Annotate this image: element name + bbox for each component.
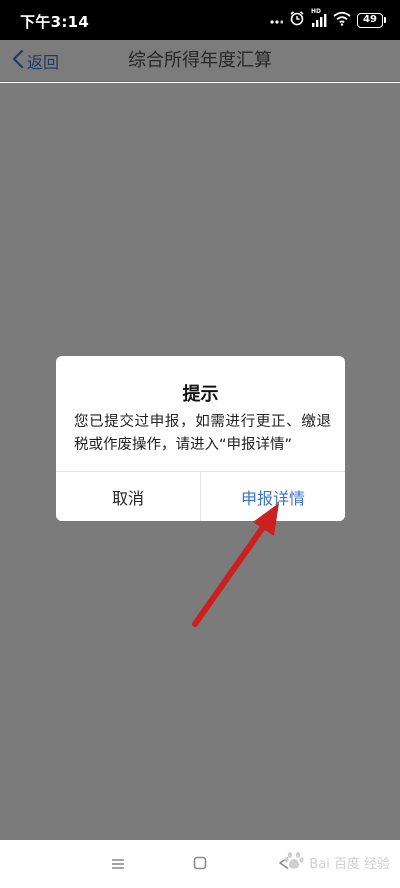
watermark-logo: Bai 百度 <box>309 856 360 872</box>
baidu-paw-icon <box>283 849 305 875</box>
menu-button[interactable] <box>106 852 130 876</box>
dialog-actions: 取消 申报详情 <box>56 471 345 521</box>
alert-dialog: 提示 您已提交过申报，如需进行更正、缴退税或作废操作，请进入“申报详情” 取消 … <box>56 356 345 521</box>
home-square-icon <box>193 855 207 874</box>
cancel-button[interactable]: 取消 <box>56 472 201 521</box>
alarm-clock-icon <box>289 10 305 30</box>
dialog-message: 您已提交过申报，如需进行更正、缴退税或作废操作，请进入“申报详情” <box>74 414 331 453</box>
home-button[interactable] <box>188 852 212 876</box>
chevron-left-icon <box>12 49 24 73</box>
dialog-title: 提示 <box>182 384 219 405</box>
status-time: 下午3:14 <box>20 13 90 31</box>
battery-icon: 49 <box>357 12 386 28</box>
cellular-signal-icon: HD <box>311 8 327 28</box>
wifi-icon <box>333 11 351 30</box>
watermark-suffix: 经验 <box>363 856 390 872</box>
signal-off-icon <box>269 11 284 30</box>
back-button[interactable]: 返回 <box>12 40 59 82</box>
baidu-watermark: Bai 百度 经验 <box>283 846 390 878</box>
menu-icon <box>111 855 125 874</box>
status-icons: HD 49 <box>269 8 386 30</box>
nav-bar: 返回 综合所得年度汇算 <box>0 40 400 82</box>
battery-level: 49 <box>357 12 383 28</box>
status-bar: 下午3:14 HD 49 <box>0 0 400 40</box>
page-title: 综合所得年度汇算 <box>128 50 272 71</box>
back-label: 返回 <box>27 53 60 72</box>
network-badge: HD <box>311 8 322 15</box>
declaration-details-button[interactable]: 申报详情 <box>201 472 345 521</box>
